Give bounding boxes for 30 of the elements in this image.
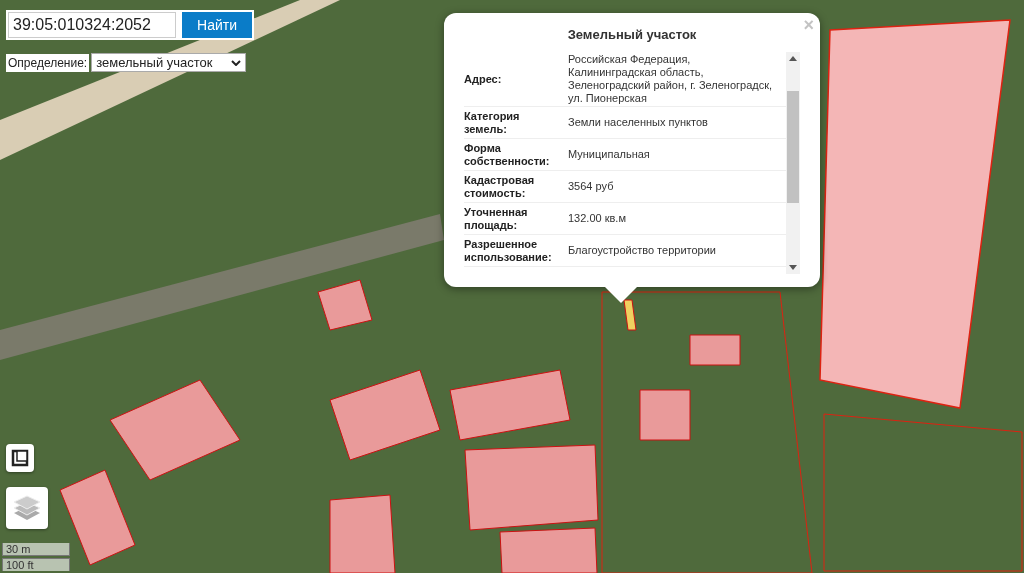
scrollbar[interactable] (786, 52, 800, 274)
attribute-value: 132.00 кв.м (567, 211, 627, 226)
land-parcel (639, 389, 691, 441)
attribute-value: Земли населенных пунктов (567, 115, 709, 130)
land-parcel (317, 279, 373, 331)
attribute-value: 3564 руб (567, 179, 615, 194)
frame-tool-button[interactable] (6, 444, 34, 472)
highlighted-parcel (623, 299, 637, 331)
scale-bar: 100 ft (2, 558, 70, 571)
land-parcel (689, 334, 741, 366)
scrollbar-thumb[interactable] (787, 91, 799, 203)
attribute-label: Уточненная площадь: (464, 205, 529, 232)
chevron-down-icon (231, 59, 242, 66)
attribute-label: Категория земель: (464, 109, 521, 136)
find-button[interactable]: Найти (182, 12, 252, 38)
frame-icon (11, 449, 29, 467)
scroll-up-icon[interactable] (789, 56, 797, 61)
attribute-value: Муниципальная (567, 147, 651, 162)
scale-bar: 30 m (2, 543, 70, 556)
attribute-value: Благоустройство территории (567, 243, 717, 258)
attribute-label: Кадастровая стоимость: (464, 173, 536, 200)
layers-icon (13, 495, 41, 521)
scroll-down-icon[interactable] (789, 265, 797, 270)
attribute-label: Форма собственности: (464, 141, 551, 168)
attribute-label: Разрешенное использование: (464, 237, 553, 264)
cadastral-number-field[interactable]: 39:05:010324:2052 (8, 12, 176, 38)
popup-title: Земельный участок (566, 27, 698, 42)
attribute-value: Российская Федерация, Калининградская область, Зеленоградский район, г. Зеленоградск, ул. Пионерская (567, 52, 774, 106)
attribute-label: Адрес: (464, 72, 503, 86)
definition-dropdown[interactable]: земельный участок (91, 53, 247, 72)
